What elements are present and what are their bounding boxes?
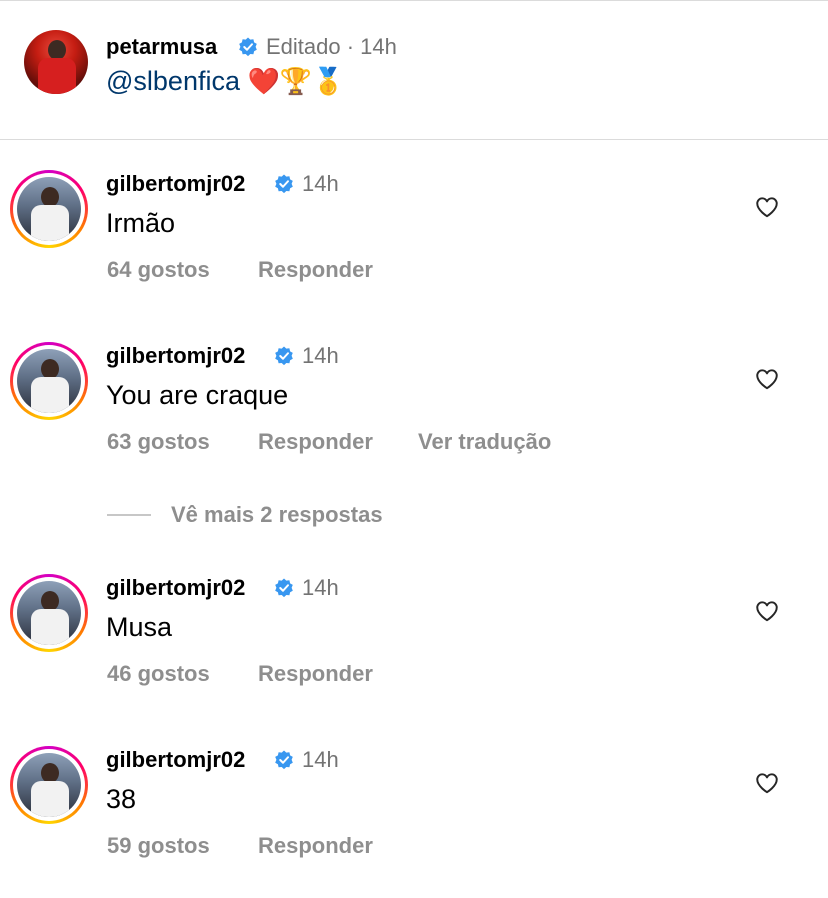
avatar-figure-shirt <box>31 781 69 817</box>
reply-button[interactable]: Responder <box>258 661 373 687</box>
comment-time: 14h <box>302 343 339 368</box>
verified-badge-icon <box>275 578 293 598</box>
heart-icon[interactable] <box>754 770 780 796</box>
avatar-figure-shirt <box>31 609 69 645</box>
comment-time: 14h <box>302 575 339 600</box>
story-ring-avatar[interactable] <box>10 574 88 652</box>
post-meta: Editado · 14h <box>266 34 397 59</box>
avatar-figure-head <box>41 359 59 379</box>
reply-button[interactable]: Responder <box>258 833 373 859</box>
ring-gap <box>13 577 85 649</box>
comment-time: 14h <box>302 171 339 196</box>
avatar-figure-head <box>41 187 59 207</box>
comment-text: Irmão <box>106 208 176 238</box>
story-ring-avatar[interactable] <box>10 342 88 420</box>
avatar-figure-shirt <box>38 58 76 94</box>
verified-badge-icon <box>275 750 293 770</box>
story-ring-avatar[interactable] <box>10 170 88 248</box>
heart-icon[interactable] <box>754 598 780 624</box>
ring-gap <box>13 345 85 417</box>
avatar-photo <box>17 581 81 645</box>
like-count[interactable]: 59 gostos <box>107 833 210 859</box>
avatar-photo <box>17 753 81 817</box>
comment-text: 38 <box>106 784 137 814</box>
avatar-figure-head <box>48 40 66 60</box>
heart-icon[interactable] <box>754 194 780 220</box>
post-caption: @slbenfica ❤️🏆🥇 <box>106 66 345 97</box>
avatar-figure-head <box>41 591 59 611</box>
verified-badge-icon <box>275 346 293 366</box>
verified-badge-icon <box>239 37 257 57</box>
more-replies-line <box>107 514 151 516</box>
comment-time: 14h <box>302 747 339 772</box>
top-divider <box>0 0 828 1</box>
like-count[interactable]: 46 gostos <box>107 661 210 687</box>
avatar-figure-shirt <box>31 205 69 241</box>
mention-link[interactable]: @slbenfica <box>106 66 240 96</box>
caption-emojis: ❤️🏆🥇 <box>247 67 345 97</box>
avatar-figure-shirt <box>31 377 69 413</box>
comment-username[interactable]: gilbertomjr02 <box>106 747 245 773</box>
verified-badge-icon <box>275 174 293 194</box>
avatar-figure-head <box>41 763 59 783</box>
comment-username[interactable]: gilbertomjr02 <box>106 171 245 197</box>
reply-button[interactable]: Responder <box>258 429 373 455</box>
avatar-photo <box>24 30 88 94</box>
view-more-replies-button[interactable]: Vê mais 2 respostas <box>171 502 383 528</box>
avatar-photo <box>17 349 81 413</box>
heart-icon[interactable] <box>754 366 780 392</box>
post-author-avatar[interactable] <box>24 30 88 94</box>
ring-gap <box>13 749 85 821</box>
reply-button[interactable]: Responder <box>258 257 373 283</box>
ring-gap <box>13 173 85 245</box>
post-author-username[interactable]: petarmusa <box>106 34 217 60</box>
avatar-photo <box>17 177 81 241</box>
like-count[interactable]: 63 gostos <box>107 429 210 455</box>
comment-text: You are craque <box>106 380 289 410</box>
like-count[interactable]: 64 gostos <box>107 257 210 283</box>
see-translation-button[interactable]: Ver tradução <box>418 429 551 455</box>
header-divider <box>0 139 828 140</box>
story-ring-avatar[interactable] <box>10 746 88 824</box>
comment-text: Musa <box>106 612 173 642</box>
comment-username[interactable]: gilbertomjr02 <box>106 575 245 601</box>
comment-username[interactable]: gilbertomjr02 <box>106 343 245 369</box>
